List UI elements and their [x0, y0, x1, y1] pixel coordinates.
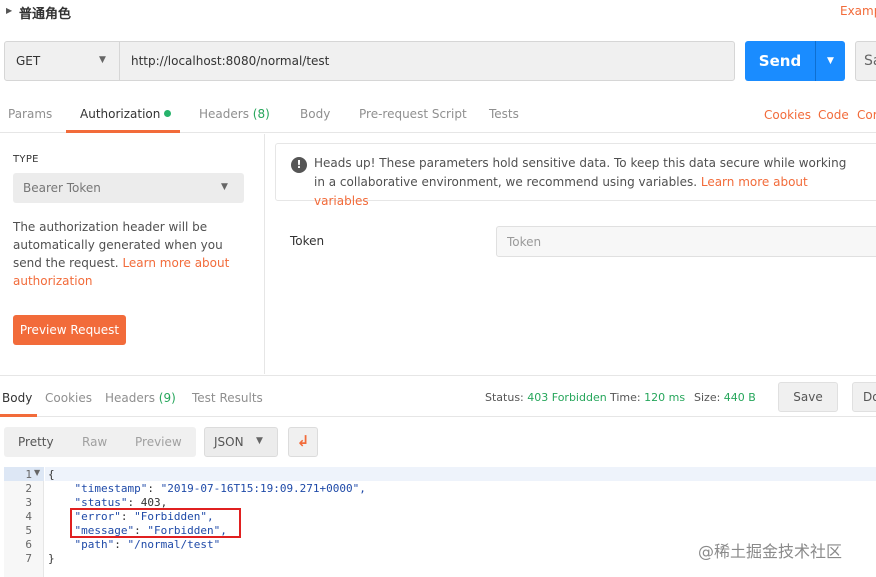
chevron-down-icon: ▼	[256, 436, 263, 446]
annotation-highlight-box	[70, 508, 241, 538]
send-button[interactable]: Send	[745, 41, 815, 81]
tab-headers[interactable]: Headers (8)	[199, 107, 270, 121]
url-input[interactable]: http://localhost:8080/normal/test	[119, 41, 735, 81]
collapse-caret-icon[interactable]: ▶	[6, 6, 12, 15]
auth-description: The authorization header will be automat…	[13, 218, 253, 290]
fold-arrow-icon[interactable]: ▼	[34, 468, 40, 477]
size-value: 440 B	[723, 391, 756, 404]
code-link[interactable]: Code	[818, 108, 849, 122]
tab-authorization-label: Authorization	[80, 107, 161, 121]
language-select[interactable]: JSON ▼	[204, 427, 278, 457]
watermark: @稀土掘金技术社区	[698, 542, 843, 561]
sensitive-data-notice: ! Heads up! These parameters hold sensit…	[275, 143, 876, 208]
request-tabs: Params Authorization Headers (8) Body Pr…	[0, 96, 876, 133]
cookies-link[interactable]: Cookies	[764, 108, 811, 122]
response-tab-headers-label: Headers	[105, 391, 155, 405]
download-response-button[interactable]: Do	[852, 382, 876, 412]
send-options-chevron-icon[interactable]: ▼	[815, 41, 845, 81]
comments-link[interactable]: Cor	[857, 108, 876, 122]
token-label: Token	[290, 234, 325, 248]
request-name[interactable]: 普通角色	[19, 3, 71, 22]
active-tab-underline	[66, 130, 180, 133]
size-label: Size:	[694, 391, 721, 404]
request-title-bar: ▶ 普通角色 Examp	[0, 0, 876, 24]
url-value: http://localhost:8080/normal/test	[131, 54, 330, 68]
chevron-down-icon: ▼	[221, 182, 228, 192]
active-line-highlight	[45, 467, 876, 481]
tab-authorization[interactable]: Authorization	[80, 107, 172, 121]
alert-icon: !	[291, 157, 307, 173]
line-number: 4	[25, 510, 32, 523]
token-input[interactable]	[497, 227, 876, 256]
method-select[interactable]: GET ▼	[4, 41, 120, 81]
preview-request-button[interactable]: Preview Request	[13, 315, 126, 345]
format-preview[interactable]: Preview	[135, 435, 182, 449]
json-value: "2019-07-16T15:19:09.271+0000",	[160, 482, 366, 495]
status-readout: Status: 403 Forbidden	[485, 391, 607, 404]
json-value: "/normal/test"	[127, 538, 221, 551]
token-field[interactable]	[496, 226, 876, 257]
line-number: 7	[25, 552, 32, 565]
format-tabs: Pretty Raw Preview	[4, 427, 196, 457]
response-headers-count: (9)	[158, 391, 176, 405]
time-value: 120 ms	[644, 391, 686, 404]
json-key: "timestamp"	[74, 482, 148, 495]
response-tab-headers[interactable]: Headers (9)	[105, 391, 176, 405]
format-raw[interactable]: Raw	[82, 435, 107, 449]
line-number: 6	[25, 538, 32, 551]
tab-body[interactable]: Body	[300, 107, 330, 121]
response-tab-test-results[interactable]: Test Results	[192, 391, 263, 405]
tab-tests[interactable]: Tests	[489, 107, 519, 121]
json-key: "path"	[74, 538, 115, 551]
status-label: Status:	[485, 391, 524, 404]
save-request-button[interactable]: Sa	[855, 41, 876, 81]
code-line: "path": "/normal/test"	[74, 538, 221, 551]
format-toolbar: Pretty Raw Preview JSON ▼ ↲	[0, 417, 876, 467]
language-value: JSON	[214, 435, 244, 449]
status-value: 403 Forbidden	[527, 391, 607, 404]
chevron-down-icon: ▼	[99, 55, 106, 65]
tab-params[interactable]: Params	[8, 107, 52, 121]
auth-type-select[interactable]: Bearer Token ▼	[13, 173, 244, 203]
method-value: GET	[16, 54, 41, 68]
time-readout: Time: 120 ms	[610, 391, 685, 404]
status-dot-icon	[164, 110, 172, 117]
response-tab-cookies[interactable]: Cookies	[45, 391, 92, 405]
code-line: }	[48, 552, 55, 565]
line-number: 1	[25, 468, 32, 481]
tab-headers-count: (8)	[252, 107, 270, 121]
tab-headers-label: Headers	[199, 107, 249, 121]
auth-type-panel: TYPE Bearer Token ▼ The authorization he…	[0, 134, 265, 374]
code-line: {	[48, 468, 55, 481]
tab-prerequest-script[interactable]: Pre-request Script	[359, 107, 467, 121]
examples-link[interactable]: Examp	[840, 4, 876, 18]
format-pretty[interactable]: Pretty	[18, 435, 54, 449]
auth-type-value: Bearer Token	[23, 181, 101, 195]
code-line: "timestamp": "2019-07-16T15:19:09.271+00…	[74, 482, 366, 495]
save-response-button[interactable]: Save	[778, 382, 838, 412]
wrap-lines-icon[interactable]: ↲	[288, 427, 318, 457]
response-tab-body[interactable]: Body	[2, 391, 32, 405]
size-readout: Size: 440 B	[694, 391, 756, 404]
line-number: 2	[25, 482, 32, 495]
line-number: 5	[25, 524, 32, 537]
response-bar: Body Cookies Headers (9) Test Results St…	[0, 375, 876, 417]
time-label: Time:	[610, 391, 641, 404]
type-label: TYPE	[13, 154, 39, 165]
line-number: 3	[25, 496, 32, 509]
notice-text: Heads up! These parameters hold sensitiv…	[314, 154, 854, 211]
